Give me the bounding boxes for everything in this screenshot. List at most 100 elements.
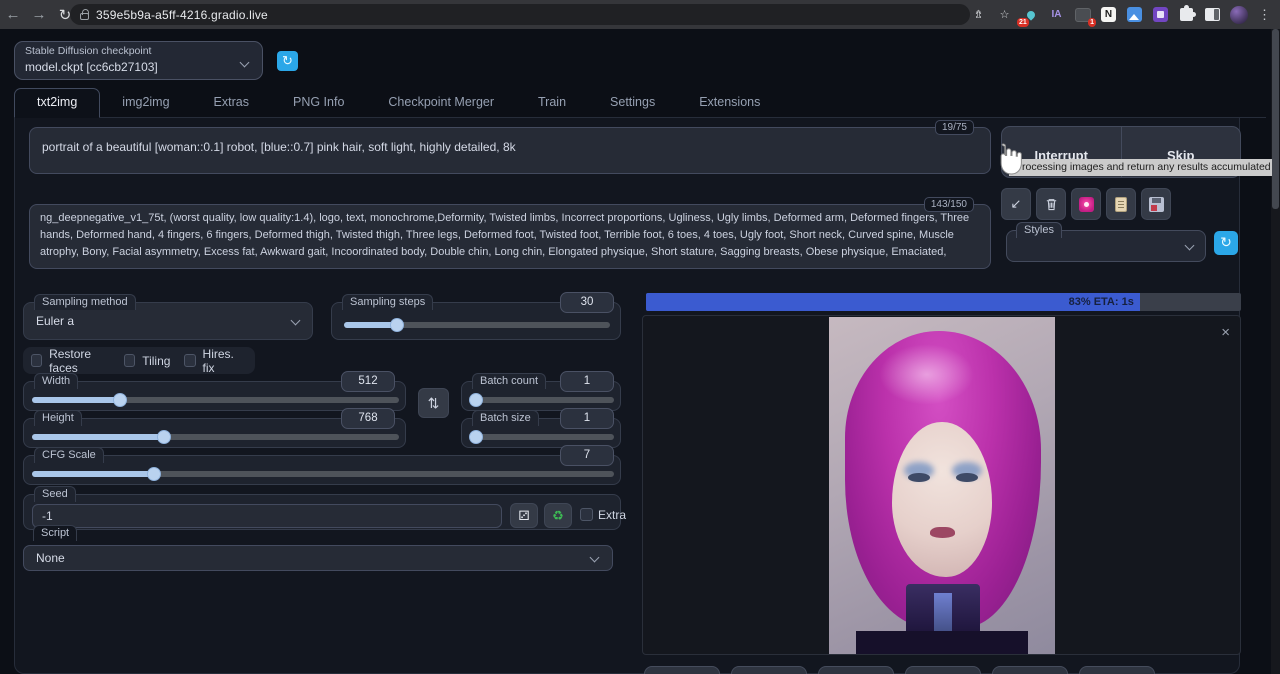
- height-slider[interactable]: [32, 434, 399, 440]
- width-value[interactable]: 512: [341, 371, 395, 392]
- txt2img-panel: portrait of a beautiful [woman::0.1] rob…: [14, 118, 1240, 674]
- forward-icon[interactable]: →: [26, 6, 52, 23]
- slider-thumb[interactable]: [390, 318, 404, 332]
- tab-train[interactable]: Train: [516, 89, 588, 117]
- slider-thumb[interactable]: [157, 430, 171, 444]
- stable-diffusion-webui: ← → ↻ 359e5b9a-a5ff-4216.gradio.live ⇯ ☆…: [0, 0, 1280, 674]
- width-slider[interactable]: [32, 397, 399, 403]
- tab-checkpoint-merger[interactable]: Checkpoint Merger: [366, 89, 516, 117]
- result-action-button[interactable]: [905, 666, 981, 674]
- sampling-method-dropdown[interactable]: Sampling method Euler a: [23, 302, 313, 340]
- tab-extensions[interactable]: Extensions: [677, 89, 782, 117]
- result-actions-row: [644, 666, 1155, 674]
- extra-networks-button[interactable]: [1071, 188, 1101, 220]
- prompt-textarea[interactable]: portrait of a beautiful [woman::0.1] rob…: [29, 127, 991, 174]
- slider-thumb[interactable]: [469, 393, 483, 407]
- lock-icon: [80, 13, 89, 20]
- hires-fix-checkbox[interactable]: [184, 354, 195, 367]
- result-action-button[interactable]: [818, 666, 894, 674]
- clipboard-icon: [1115, 197, 1127, 212]
- checkpoint-dropdown[interactable]: Stable Diffusion checkpoint model.ckpt […: [14, 41, 263, 80]
- floppy-save-icon: [1149, 197, 1164, 212]
- chevron-down-icon: [590, 553, 600, 563]
- close-icon[interactable]: ×: [1221, 324, 1230, 341]
- ia-extension-icon[interactable]: IA: [1047, 5, 1066, 24]
- tab-extras[interactable]: Extras: [192, 89, 271, 117]
- sampling-steps-label: Sampling steps: [342, 294, 433, 310]
- tab-settings[interactable]: Settings: [588, 89, 677, 117]
- script-group: Script None: [23, 534, 621, 572]
- apply-styles-button[interactable]: [1106, 188, 1136, 220]
- tiling-label: Tiling: [142, 354, 170, 368]
- cfg-scale-slider[interactable]: [32, 471, 614, 477]
- refresh-styles-button[interactable]: ↻: [1214, 231, 1238, 255]
- notion-extension-icon[interactable]: N: [1099, 5, 1118, 24]
- sampling-steps-slider[interactable]: [344, 322, 610, 328]
- main-tabs: txt2img img2img Extras PNG Info Checkpoi…: [14, 89, 1266, 118]
- save-style-button[interactable]: [1141, 188, 1171, 220]
- reuse-seed-button[interactable]: ♻: [544, 503, 572, 528]
- arrow-down-left-icon: ↙: [1011, 196, 1022, 212]
- sampling-steps-value[interactable]: 30: [560, 292, 614, 313]
- batch-count-slider[interactable]: [470, 397, 614, 403]
- batch-size-value[interactable]: 1: [560, 408, 614, 429]
- negative-prompt-text: ng_deepnegative_v1_75t, (worst quality, …: [40, 212, 969, 258]
- generated-image-preview[interactable]: [829, 317, 1055, 655]
- sampling-method-label: Sampling method: [34, 294, 136, 310]
- sidebar-icon[interactable]: [1203, 5, 1222, 24]
- progress-text: 83% ETA: 1s: [1069, 293, 1134, 311]
- back-icon[interactable]: ←: [0, 6, 26, 23]
- swap-width-height-button[interactable]: ⇅: [418, 388, 449, 418]
- seed-label: Seed: [34, 486, 76, 502]
- address-bar[interactable]: 359e5b9a-a5ff-4216.gradio.live: [70, 4, 970, 25]
- random-seed-button[interactable]: ⚂: [510, 503, 538, 528]
- batch-count-value[interactable]: 1: [560, 371, 614, 392]
- result-action-button[interactable]: [731, 666, 807, 674]
- slider-thumb[interactable]: [469, 430, 483, 444]
- cfg-scale-value[interactable]: 7: [560, 445, 614, 466]
- extensions-puzzle-icon[interactable]: [1177, 5, 1196, 24]
- tiling-checkbox[interactable]: [124, 354, 135, 367]
- negative-prompt-textarea[interactable]: ng_deepnegative_v1_75t, (worst quality, …: [29, 204, 991, 269]
- pin-extension-icon[interactable]: 21: [1021, 5, 1040, 24]
- slider-thumb[interactable]: [113, 393, 127, 407]
- width-label: Width: [34, 373, 78, 389]
- styles-dropdown[interactable]: Styles: [1006, 230, 1206, 262]
- prompt-token-counter: 19/75: [935, 120, 974, 135]
- tab-txt2img[interactable]: txt2img: [14, 88, 100, 118]
- result-action-button[interactable]: [644, 666, 720, 674]
- negative-prompt-token-counter: 143/150: [924, 197, 974, 212]
- recycle-icon: ♻: [552, 508, 564, 523]
- extra-networks-card-icon: [1079, 197, 1094, 212]
- extra-seed-checkbox[interactable]: [580, 508, 593, 521]
- height-value[interactable]: 768: [341, 408, 395, 429]
- seed-input[interactable]: -1: [32, 504, 502, 528]
- width-group: Width 512: [23, 381, 406, 411]
- batch-size-slider[interactable]: [470, 434, 614, 440]
- batch-size-group: Batch size 1: [461, 418, 621, 448]
- result-action-button[interactable]: [992, 666, 1068, 674]
- paste-generation-params-button[interactable]: ↙: [1001, 188, 1031, 220]
- trash-icon: [1044, 197, 1059, 212]
- restore-faces-checkbox[interactable]: [31, 354, 42, 367]
- script-dropdown[interactable]: None: [23, 545, 613, 571]
- purple-extension-icon[interactable]: [1151, 5, 1170, 24]
- chevron-down-icon: [1185, 241, 1195, 251]
- photos-extension-icon[interactable]: [1125, 5, 1144, 24]
- cfg-scale-group: CFG Scale 7: [23, 455, 621, 485]
- chevron-down-icon: [291, 316, 301, 326]
- capture-extension-icon[interactable]: 1: [1073, 5, 1092, 24]
- scrollbar-thumb[interactable]: [1272, 29, 1279, 209]
- profile-avatar[interactable]: [1229, 5, 1248, 24]
- tab-img2img[interactable]: img2img: [100, 89, 191, 117]
- clear-prompt-button[interactable]: [1036, 188, 1066, 220]
- toggles-row: Restore faces Tiling Hires. fix: [23, 347, 255, 374]
- refresh-checkpoints-button[interactable]: ↻: [277, 51, 298, 71]
- bookmark-star-icon[interactable]: ☆: [995, 5, 1014, 24]
- share-icon[interactable]: ⇯: [969, 5, 988, 24]
- tab-png-info[interactable]: PNG Info: [271, 89, 366, 117]
- slider-thumb[interactable]: [147, 467, 161, 481]
- result-action-button[interactable]: [1079, 666, 1155, 674]
- scrollbar[interactable]: [1271, 29, 1280, 674]
- browser-menu-icon[interactable]: ⋮: [1255, 5, 1274, 24]
